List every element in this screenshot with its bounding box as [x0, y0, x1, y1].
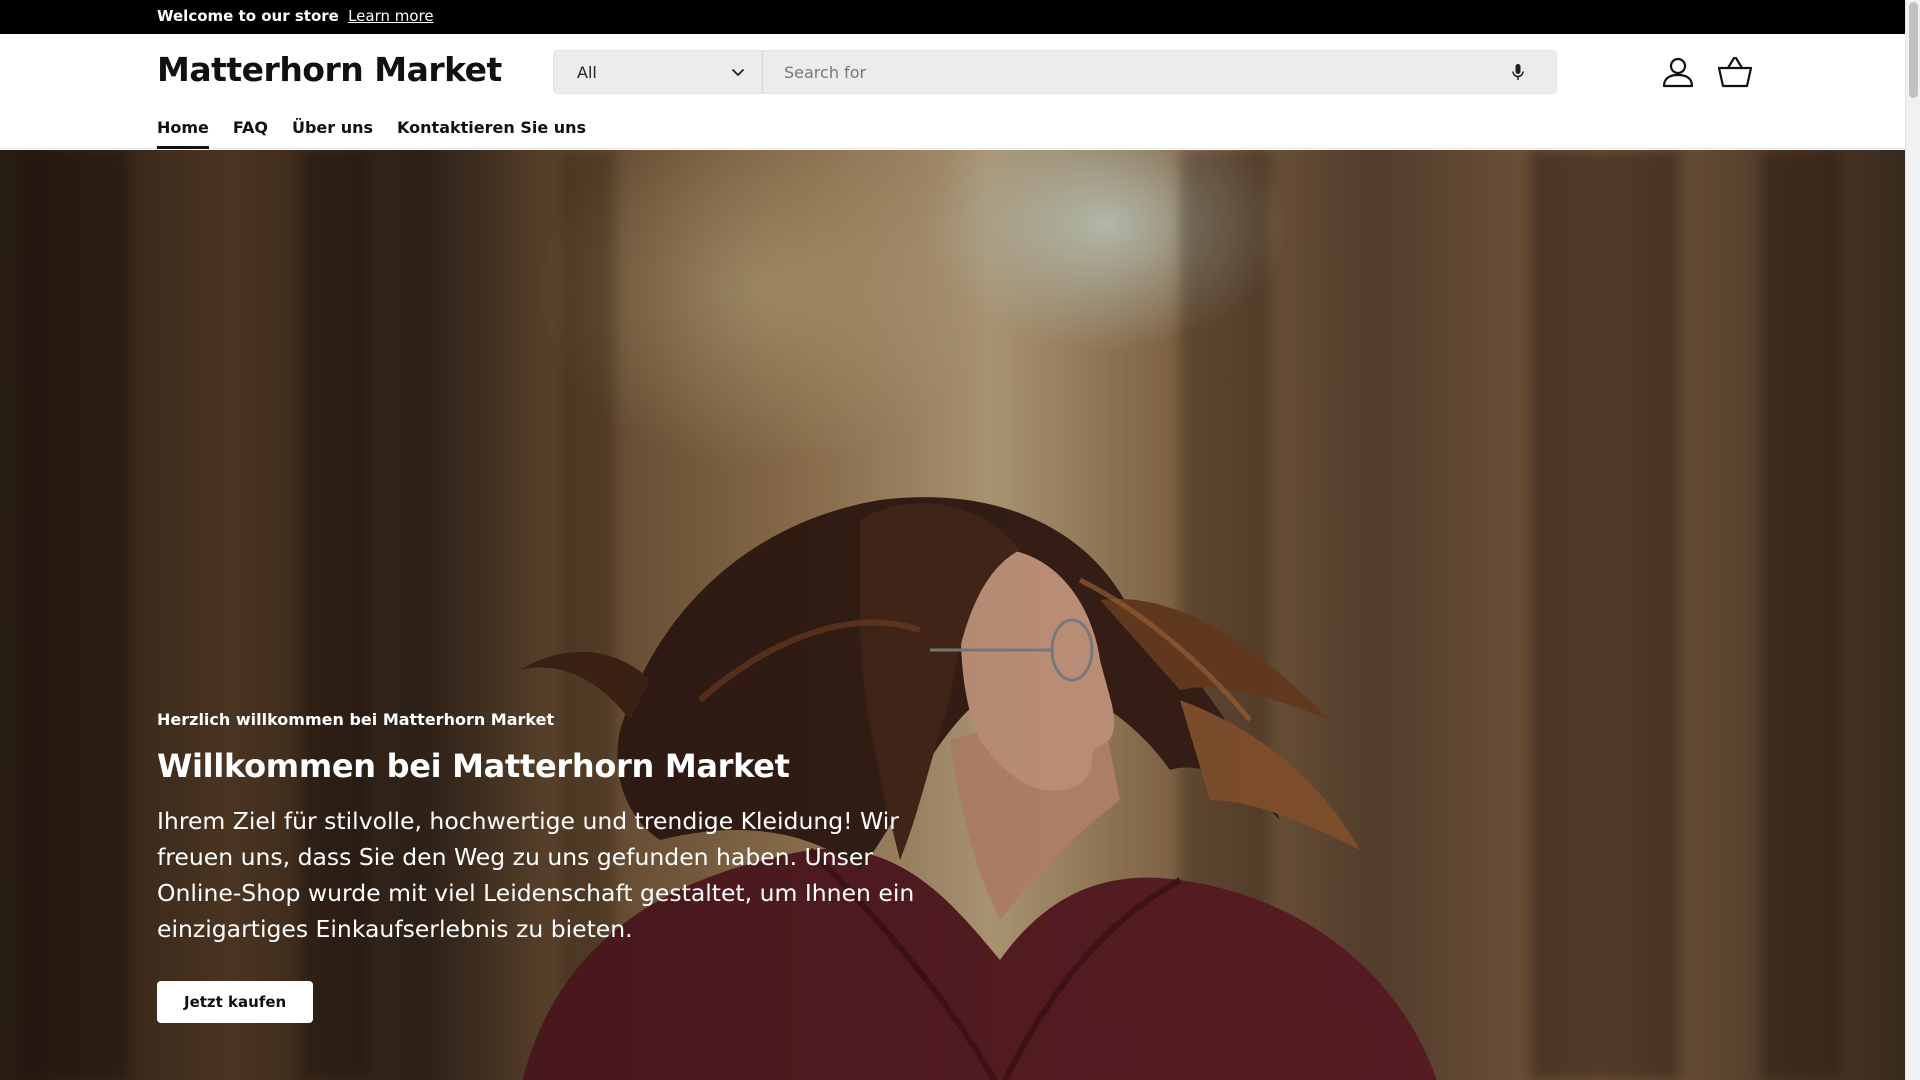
nav-item-about[interactable]: Über uns [292, 118, 373, 149]
nav-item-home[interactable]: Home [157, 118, 209, 149]
hero-title: Willkommen bei Matterhorn Market [157, 747, 790, 785]
store-logo[interactable]: Matterhorn Market [157, 50, 502, 89]
nav-item-faq[interactable]: FAQ [233, 118, 268, 149]
search-input[interactable] [764, 51, 1484, 93]
account-icon[interactable] [1661, 55, 1695, 89]
shop-now-button[interactable]: Jetzt kaufen [157, 981, 314, 1023]
hero-content: Herzlich willkommen bei Matterhorn Marke… [157, 710, 947, 1023]
basket-icon[interactable] [1717, 55, 1753, 89]
hero-description: Ihrem Ziel für stilvolle, hochwertige un… [157, 807, 915, 943]
site-header: Matterhorn Market All Home [0, 34, 1905, 149]
nav-item-contact[interactable]: Kontaktieren Sie uns [397, 118, 586, 149]
scrollbar-thumb[interactable] [1909, 2, 1918, 98]
hero-banner: Herzlich willkommen bei Matterhorn Marke… [0, 150, 1905, 1080]
page-scrollbar[interactable] [1905, 0, 1920, 1080]
hero-eyebrow: Herzlich willkommen bei Matterhorn Marke… [157, 710, 555, 729]
search-bar: All [553, 50, 1557, 94]
announcement-bar: Welcome to our store Learn more [0, 0, 1905, 34]
main-nav: Home FAQ Über uns Kontaktieren Sie uns [157, 118, 586, 149]
announcement-text: Welcome to our store [157, 7, 339, 25]
search-category-value: All [577, 63, 597, 82]
page: Welcome to our store Learn more Matterho… [0, 0, 1905, 1080]
search-category-select[interactable]: All [554, 51, 763, 93]
microphone-icon[interactable] [1508, 62, 1528, 82]
chevron-down-icon [732, 69, 744, 76]
announcement-content: Welcome to our store Learn more [157, 7, 434, 25]
learn-more-link[interactable]: Learn more [348, 7, 434, 25]
